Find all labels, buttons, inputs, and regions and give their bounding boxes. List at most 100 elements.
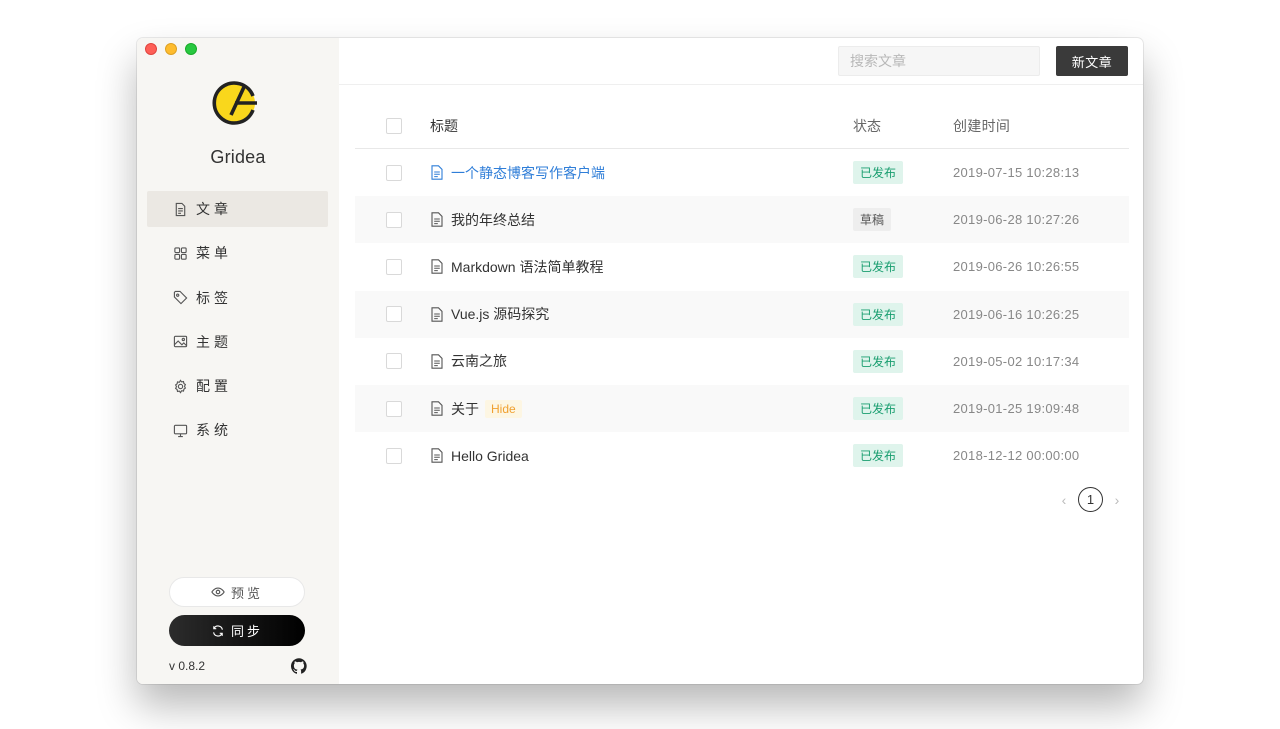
row-checkbox[interactable] — [385, 353, 402, 370]
sidebar: Gridea 文章 菜单 标签 主题 配置 系统 预览 同步 v 0.8.2 — [137, 38, 339, 684]
status-badge: 草稿 — [853, 208, 892, 232]
row-checkbox[interactable] — [385, 258, 402, 275]
new-article-button[interactable]: 新文章 — [1056, 46, 1128, 76]
article-title-cell[interactable]: 一个静态博客写作客户端 — [430, 163, 853, 183]
article-title: Vue.js 源码探究 — [451, 306, 550, 323]
created-date: 2019-06-28 10:27:26 — [953, 212, 1080, 228]
document-icon — [431, 354, 443, 369]
created-date: 2019-01-25 19:09:48 — [953, 401, 1080, 417]
created-date: 2019-06-16 10:26:25 — [953, 306, 1080, 322]
row-checkbox[interactable] — [385, 447, 402, 464]
sidebar-item-label: 配置 — [196, 378, 232, 395]
app-name: Gridea — [210, 147, 266, 167]
gear-icon — [172, 378, 188, 394]
minimize-window-button[interactable] — [165, 43, 177, 55]
document-icon — [431, 401, 443, 416]
window-controls — [145, 43, 197, 55]
preview-button[interactable]: 预览 — [169, 577, 305, 607]
table-row[interactable]: 一个静态博客写作客户端 已发布 2019-07-15 10:28:13 — [355, 149, 1129, 196]
sidebar-item-label: 主题 — [196, 333, 232, 350]
monitor-icon — [172, 422, 188, 438]
row-checkbox[interactable] — [385, 164, 402, 181]
sync-icon — [213, 624, 223, 637]
sidebar-item-label: 系统 — [196, 422, 232, 439]
created-date: 2018-12-12 00:00:00 — [953, 448, 1080, 464]
article-title-cell[interactable]: 关于 Hide — [430, 399, 853, 419]
document-icon — [431, 448, 443, 463]
article-icon — [172, 201, 188, 217]
version-label: v 0.8.2 — [169, 659, 206, 673]
row-checkbox[interactable] — [385, 306, 402, 323]
article-title: 一个静态博客写作客户端 — [451, 164, 605, 181]
table-row[interactable]: 云南之旅 已发布 2019-05-02 10:17:34 — [355, 338, 1129, 385]
close-window-button[interactable] — [145, 43, 157, 55]
next-page-button[interactable]: › — [1112, 492, 1122, 508]
status-badge: 已发布 — [853, 302, 904, 326]
articles-table: 标题 状态 创建时间 一个静态博客写作客户端 已发布 2019-07-15 10:2… — [355, 104, 1129, 479]
status-badge: 已发布 — [853, 255, 904, 279]
image-icon — [172, 334, 188, 350]
table-body: 一个静态博客写作客户端 已发布 2019-07-15 10:28:13 我的年终总结草… — [355, 149, 1129, 479]
row-checkbox[interactable] — [385, 400, 402, 417]
page-button-current[interactable]: 1 — [1078, 487, 1103, 512]
sidebar-item-label: 标签 — [196, 289, 232, 306]
column-status-header: 状态 — [853, 118, 881, 134]
article-title-cell[interactable]: Markdown 语法简单教程 — [430, 257, 853, 277]
menu-grid-icon — [172, 245, 188, 261]
toolbar: 新文章 — [339, 38, 1143, 85]
sidebar-item-settings[interactable]: 配置 — [147, 368, 328, 404]
sidebar-item-articles[interactable]: 文章 — [147, 191, 328, 227]
main-content: 新文章 标题 状态 创建时间 一个静态博客写作客户端已发布2019-07-15 … — [339, 38, 1143, 684]
sidebar-item-label: 文章 — [196, 201, 232, 217]
sidebar-item-theme[interactable]: 主题 — [147, 324, 328, 360]
sidebar-item-menu[interactable]: 菜单 — [147, 235, 328, 271]
github-icon[interactable] — [291, 658, 307, 674]
table-row[interactable]: Hello Gridea 已发布 2018-12-12 00:00:00 — [355, 432, 1129, 479]
article-title: 关于 — [451, 400, 479, 417]
maximize-window-button[interactable] — [185, 43, 197, 55]
prev-page-button[interactable]: ‹ — [1059, 492, 1069, 508]
article-title-cell[interactable]: Vue.js 源码探究 — [430, 304, 853, 324]
status-badge: 已发布 — [853, 397, 904, 421]
pagination: ‹ 1 › — [1059, 487, 1122, 512]
article-title: Markdown 语法简单教程 — [451, 258, 604, 275]
tag-icon — [172, 290, 188, 306]
article-title: 云南之旅 — [451, 353, 507, 370]
app-window: Gridea 文章 菜单 标签 主题 配置 系统 预览 同步 v 0.8.2 搜… — [137, 38, 1143, 684]
document-icon — [431, 212, 443, 228]
table-row[interactable]: 关于 Hide 已发布 2019-01-25 19:09:48 — [355, 384, 1129, 433]
sidebar-item-label: 菜单 — [196, 245, 232, 262]
article-title-cell[interactable]: Hello Gridea — [430, 448, 853, 464]
article-title-cell[interactable]: 我的年终总结 — [430, 210, 853, 230]
sidebar-item-tags[interactable]: 标签 — [147, 280, 328, 316]
search-box — [838, 46, 1040, 76]
table-row[interactable]: Markdown 语法简单教程 已发布 2019-06-26 10:26:55 — [355, 243, 1129, 290]
sync-button[interactable]: 同步 — [169, 615, 305, 646]
document-icon — [431, 165, 443, 180]
sidebar-nav: 文章 菜单 标签 主题 配置 系统 — [147, 191, 328, 457]
table-row[interactable]: 我的年终总结 草稿 2019-06-28 10:27:26 — [355, 196, 1129, 244]
hide-badge: Hide — [485, 399, 522, 418]
document-icon — [431, 259, 443, 275]
created-date: 2019-06-26 10:26:55 — [953, 259, 1080, 275]
preview-label: 预览 — [230, 585, 263, 601]
row-checkbox[interactable] — [385, 211, 402, 228]
table-row[interactable]: Vue.js 源码探究 已发布 2019-06-16 10:26:25 — [355, 290, 1129, 338]
document-icon — [431, 306, 443, 322]
search-input[interactable] — [839, 53, 1031, 69]
status-badge: 已发布 — [853, 444, 904, 468]
sync-label: 同步 — [230, 624, 263, 639]
gridea-logo-icon — [212, 81, 257, 125]
article-title: 我的年终总结 — [451, 211, 535, 228]
created-date: 2019-07-15 10:28:13 — [953, 165, 1080, 181]
article-title-cell[interactable]: 云南之旅 — [430, 351, 853, 371]
column-date-header: 创建时间 — [953, 118, 1011, 134]
table-header: 标题 状态 创建时间 — [355, 104, 1129, 149]
sidebar-item-system[interactable]: 系统 — [147, 412, 328, 448]
status-badge: 已发布 — [853, 161, 904, 185]
column-title-header: 标题 — [430, 118, 458, 134]
eye-icon — [211, 587, 225, 597]
status-badge: 已发布 — [853, 349, 904, 373]
select-all-checkbox[interactable] — [385, 118, 402, 134]
created-date: 2019-05-02 10:17:34 — [953, 353, 1080, 369]
